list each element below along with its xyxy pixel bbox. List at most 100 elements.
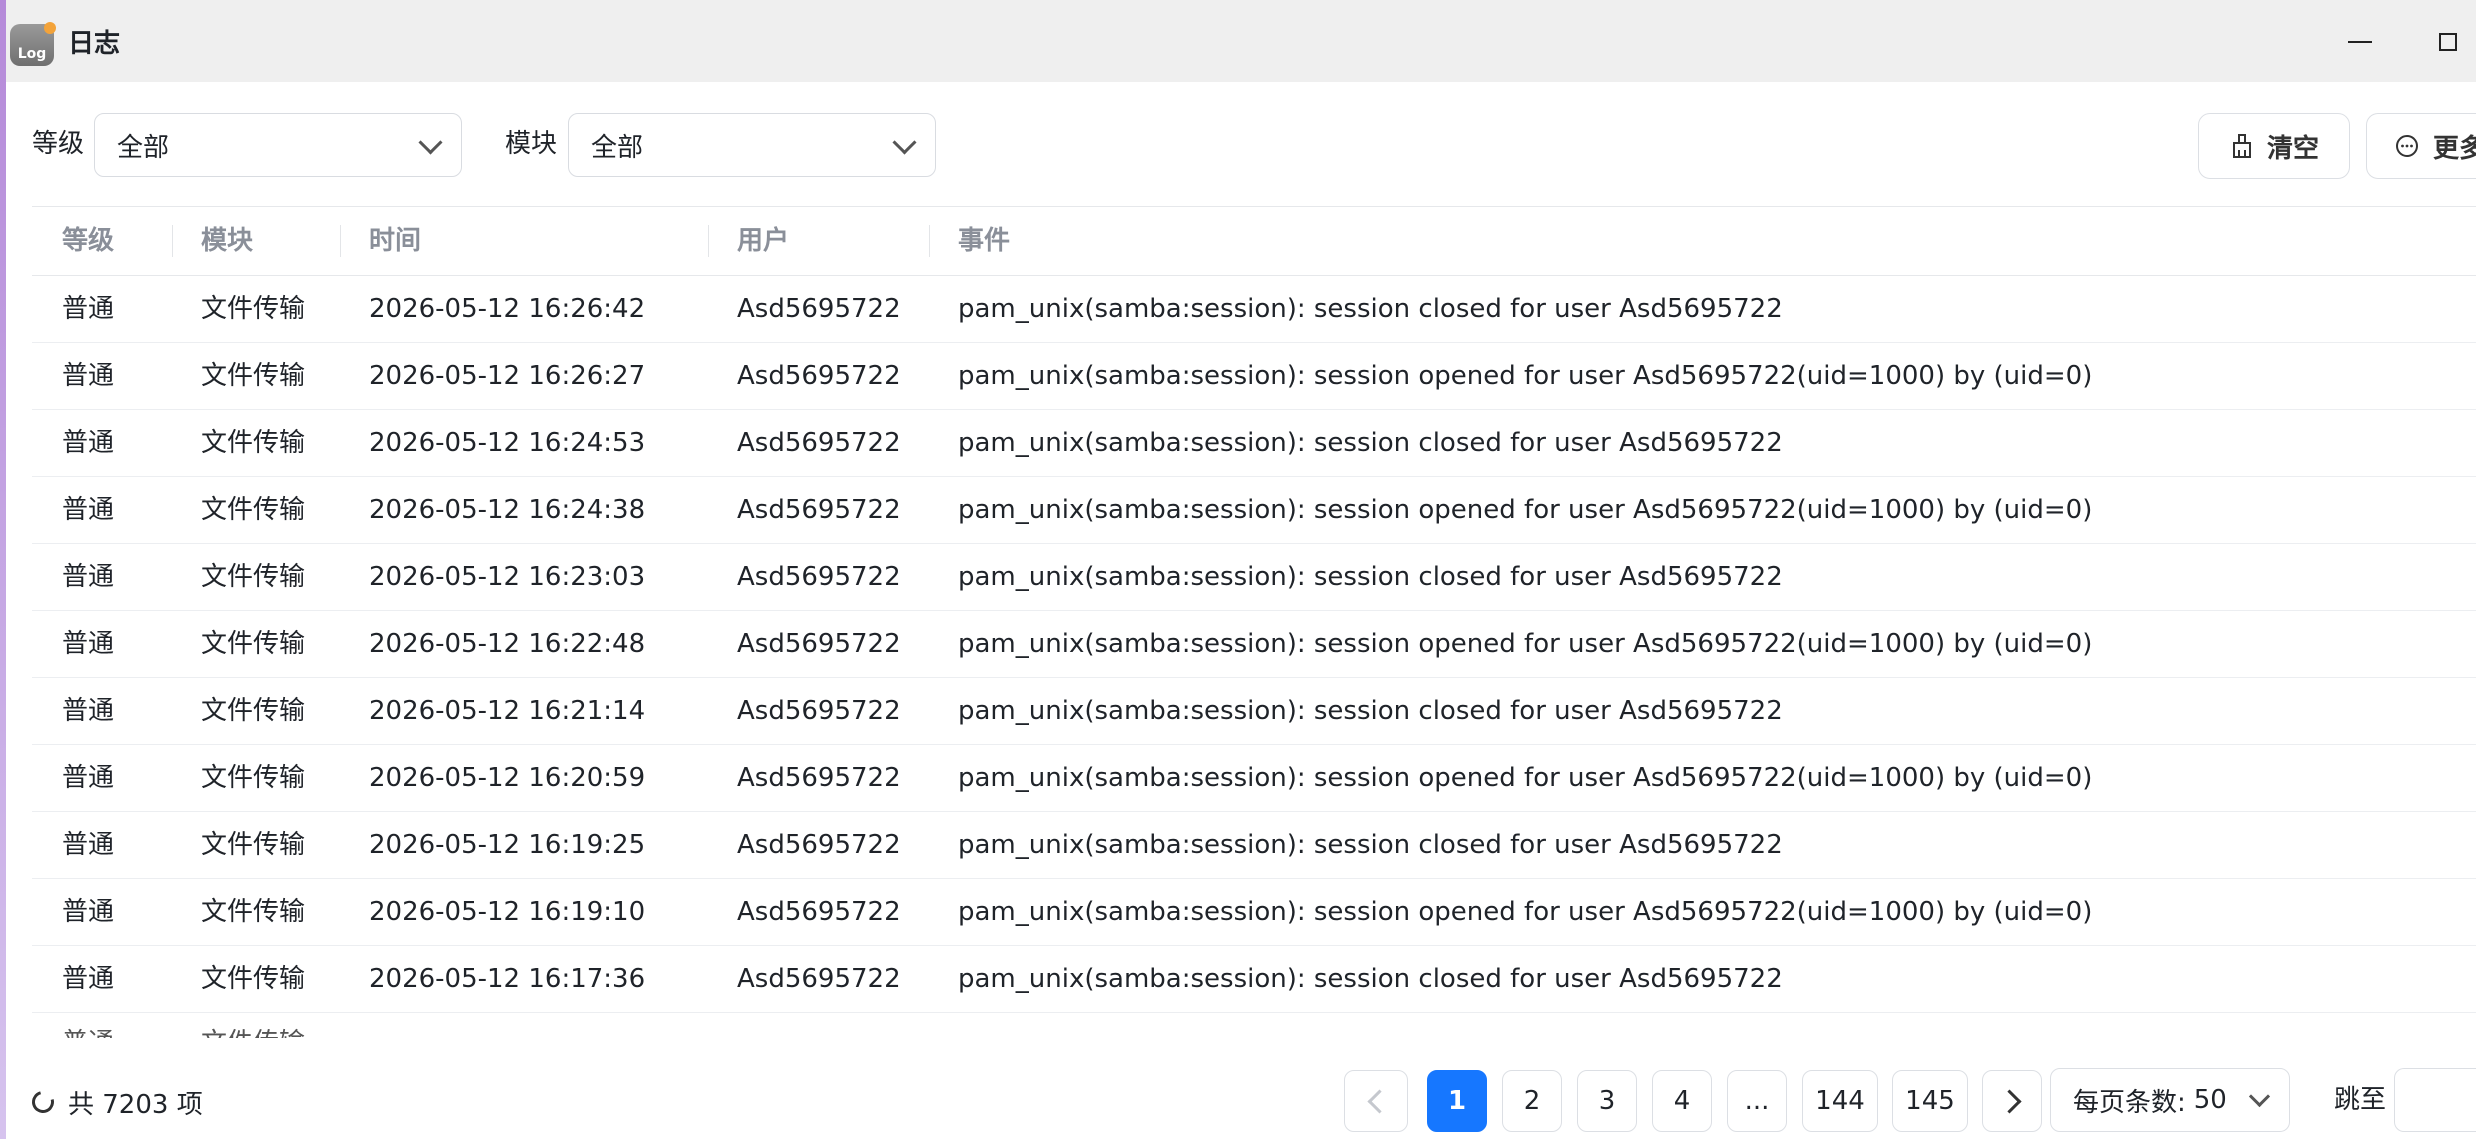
- level-select[interactable]: 全部: [94, 113, 462, 177]
- cell-module: 文件传输: [201, 897, 306, 927]
- page-button-4[interactable]: 4: [1652, 1070, 1712, 1132]
- table-row[interactable]: 普通 文件传输 2026-05-12 16:17:36 Asd5695722 p…: [32, 946, 2476, 1013]
- chevron-down-icon: [2248, 1085, 2271, 1108]
- cell-time: 2026-05-12 16:19:10: [369, 897, 646, 927]
- next-page-button[interactable]: [1982, 1070, 2042, 1132]
- cell-level: 普通: [62, 763, 115, 793]
- column-header-user[interactable]: 用户: [737, 207, 789, 275]
- cell-event: pam_unix(samba:session): session closed …: [958, 294, 1783, 324]
- clear-button-label: 清空: [2267, 133, 2320, 164]
- cell-event: pam_unix(samba:session): session closed …: [958, 964, 1783, 994]
- table-body: 普通 文件传输 2026-05-12 16:26:42 Asd5695722 p…: [32, 276, 2476, 1013]
- column-header-module[interactable]: 模块: [201, 207, 253, 275]
- table-row[interactable]: 普通 文件传输 2026-05-12 16:19:25 Asd5695722 p…: [32, 812, 2476, 879]
- cell-event: pam_unix(samba:session): session closed …: [958, 428, 1783, 458]
- refresh-icon[interactable]: [27, 1086, 59, 1118]
- cell-level: 普通: [62, 562, 115, 592]
- cell-time: 2026-05-12 16:24:53: [369, 428, 646, 458]
- chevron-left-icon: [1366, 1088, 1392, 1114]
- cell-level: 普通: [62, 495, 115, 525]
- chevron-right-icon: [1996, 1088, 2022, 1114]
- table-row[interactable]: 普通 文件传输 2026-05-12 16:24:38 Asd5695722 p…: [32, 477, 2476, 544]
- table-row[interactable]: 普通 文件传输 2026-05-12 16:26:27 Asd5695722 p…: [32, 343, 2476, 410]
- table-row[interactable]: 普通 文件传输 2026-05-12 16:22:48 Asd5695722 p…: [32, 611, 2476, 678]
- chevron-down-icon: [418, 130, 443, 155]
- cell-event: pam_unix(samba:session): session opened …: [958, 897, 2093, 927]
- maximize-button[interactable]: [2426, 20, 2470, 64]
- table-row-partial[interactable]: 普通 文件传输: [32, 1028, 2476, 1038]
- page-size-value: 50: [2193, 1085, 2227, 1115]
- table-row[interactable]: 普通 文件传输 2026-05-12 16:20:59 Asd5695722 p…: [32, 745, 2476, 812]
- module-filter-label: 模块: [505, 129, 558, 159]
- cell-module: 文件传输: [201, 964, 306, 994]
- cell-time: 2026-05-12 16:26:42: [369, 294, 646, 324]
- table-row[interactable]: 普通 文件传输 2026-05-12 16:26:42 Asd5695722 p…: [32, 276, 2476, 343]
- page-button-144[interactable]: 144: [1802, 1070, 1878, 1132]
- table-header: 等级 模块 时间 用户 事件: [32, 206, 2476, 276]
- cell-module: 文件传输: [201, 629, 306, 659]
- column-divider[interactable]: [929, 225, 930, 257]
- table-row[interactable]: 普通 文件传输 2026-05-12 16:19:10 Asd5695722 p…: [32, 879, 2476, 946]
- cell-level: 普通: [62, 964, 115, 994]
- cell-time: 2026-05-12 16:22:48: [369, 629, 646, 659]
- cell-user: Asd5695722: [737, 495, 901, 525]
- page-button-1[interactable]: 1: [1427, 1070, 1487, 1132]
- column-divider[interactable]: [172, 225, 173, 257]
- cell-time: 2026-05-12 16:20:59: [369, 763, 646, 793]
- cell-user: Asd5695722: [737, 830, 901, 860]
- page-size-label: 每页条数:: [2073, 1087, 2186, 1118]
- cell-user: Asd5695722: [737, 361, 901, 391]
- minimize-icon: [2348, 41, 2372, 43]
- page-button-145[interactable]: 145: [1892, 1070, 1968, 1132]
- cell-module: 文件传输: [201, 696, 306, 726]
- page-ellipsis-button[interactable]: ...: [1727, 1070, 1787, 1132]
- cell-time: 2026-05-12 16:17:36: [369, 964, 646, 994]
- level-filter-label: 等级: [32, 129, 85, 159]
- cell-user: Asd5695722: [737, 428, 901, 458]
- clear-button[interactable]: 清空: [2198, 113, 2350, 179]
- cell-level: 普通: [62, 361, 115, 391]
- page-size-select[interactable]: 每页条数: 50: [2050, 1068, 2290, 1132]
- cell-level: 普通: [62, 696, 115, 726]
- table-row[interactable]: 普通 文件传输 2026-05-12 16:24:53 Asd5695722 p…: [32, 410, 2476, 477]
- column-header-time[interactable]: 时间: [369, 207, 421, 275]
- broom-icon: [2233, 134, 2251, 158]
- module-select[interactable]: 全部: [568, 113, 936, 177]
- page-button-3[interactable]: 3: [1577, 1070, 1637, 1132]
- cell-module: 文件传输: [201, 428, 306, 458]
- cell-module: 文件传输: [201, 1028, 305, 1038]
- cell-user: Asd5695722: [737, 294, 901, 324]
- page-button-2[interactable]: 2: [1502, 1070, 1562, 1132]
- cell-time: 2026-05-12 16:19:25: [369, 830, 646, 860]
- cell-level: 普通: [62, 428, 115, 458]
- cell-level: 普通: [62, 294, 115, 324]
- log-table: 等级 模块 时间 用户 事件 普通 文件传输 2026-05-12 16:26:…: [32, 206, 2476, 1013]
- log-app-icon: Log: [10, 22, 56, 66]
- cell-user: Asd5695722: [737, 696, 901, 726]
- module-select-value: 全部: [591, 132, 644, 163]
- cell-event: pam_unix(samba:session): session opened …: [958, 361, 2093, 391]
- cell-event: pam_unix(samba:session): session closed …: [958, 562, 1783, 592]
- cell-time: 2026-05-12 16:24:38: [369, 495, 646, 525]
- column-header-event[interactable]: 事件: [958, 207, 1010, 275]
- column-header-level[interactable]: 等级: [62, 207, 114, 275]
- prev-page-button[interactable]: [1344, 1070, 1408, 1132]
- cell-event: pam_unix(samba:session): session closed …: [958, 830, 1783, 860]
- cell-time: 2026-05-12 16:26:27: [369, 361, 646, 391]
- more-button-label: 更多: [2433, 133, 2476, 164]
- jump-to-input[interactable]: [2394, 1068, 2476, 1132]
- cell-user: Asd5695722: [737, 964, 901, 994]
- cell-user: Asd5695722: [737, 763, 901, 793]
- maximize-icon: [2439, 33, 2457, 51]
- column-divider[interactable]: [340, 225, 341, 257]
- column-divider[interactable]: [708, 225, 709, 257]
- cell-event: pam_unix(samba:session): session closed …: [958, 696, 1783, 726]
- app-icon-text: Log: [17, 46, 47, 62]
- more-button[interactable]: 更多: [2366, 113, 2476, 179]
- table-row[interactable]: 普通 文件传输 2026-05-12 16:21:14 Asd5695722 p…: [32, 678, 2476, 745]
- minimize-button[interactable]: [2338, 20, 2382, 64]
- app-icon-badge: [44, 22, 56, 34]
- table-row[interactable]: 普通 文件传输 2026-05-12 16:23:03 Asd5695722 p…: [32, 544, 2476, 611]
- cell-module: 文件传输: [201, 763, 306, 793]
- cell-user: Asd5695722: [737, 562, 901, 592]
